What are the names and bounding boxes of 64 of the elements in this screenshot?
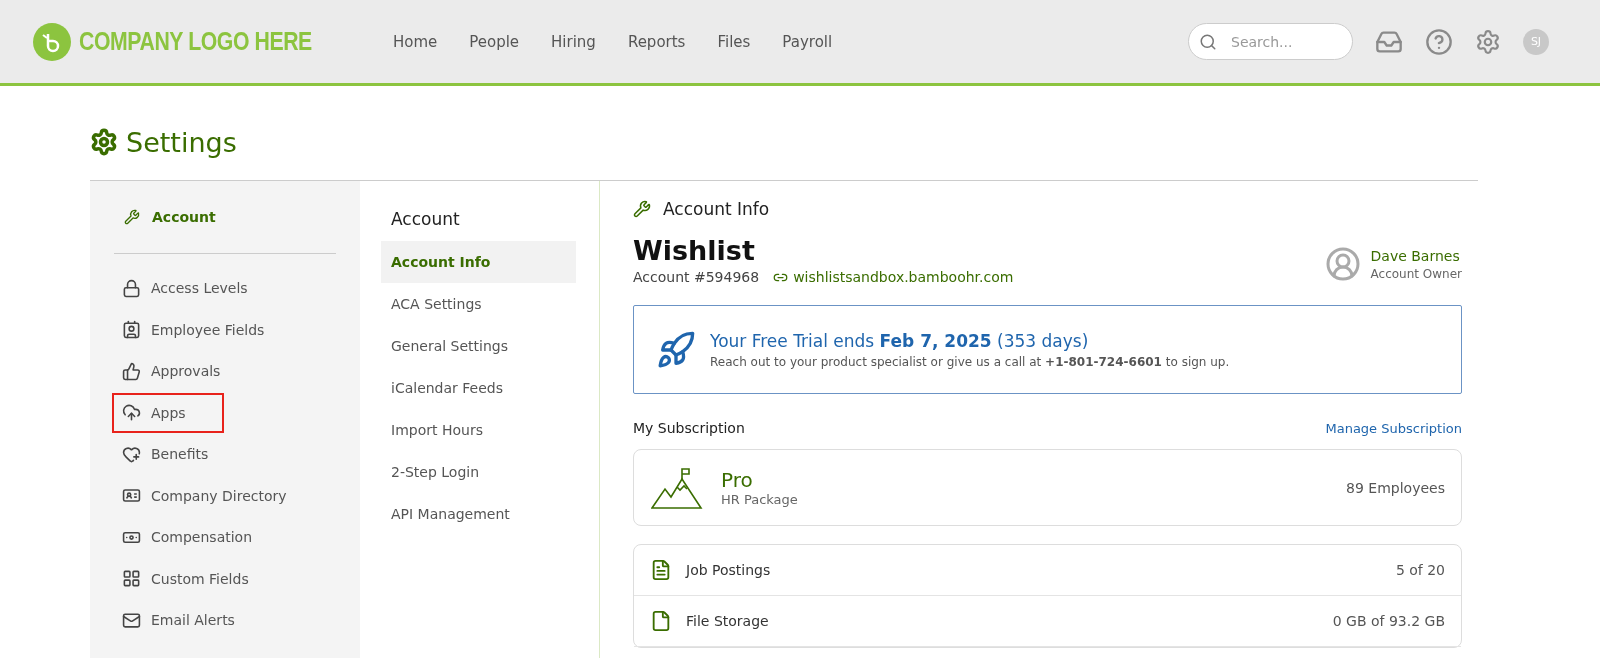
domain-link[interactable]: wishlistsandbox.bamboohr.com	[773, 269, 1014, 285]
trial-headline: Your Free Trial ends Feb 7, 2025 (353 days)	[710, 330, 1090, 351]
usage-value: 0 GB of 93.2 GB	[1332, 613, 1445, 629]
nav-link[interactable]: Hiring	[535, 32, 612, 51]
wrench-icon	[633, 200, 651, 218]
subscription-title: My Subscription	[633, 420, 745, 436]
sidebar-item[interactable]: Employee Fields	[114, 311, 336, 348]
gear-icon	[90, 128, 118, 156]
rocket-icon	[656, 329, 696, 370]
company-name: Wishlist	[633, 235, 756, 267]
account-number: Account #594968	[633, 269, 760, 285]
search-icon	[1199, 32, 1217, 51]
sidebar-item[interactable]: Company Directory	[114, 477, 336, 514]
document-icon	[650, 610, 672, 632]
document-icon	[650, 559, 672, 581]
logo-icon	[33, 22, 71, 61]
owner-name[interactable]: Dave Barnes	[1370, 247, 1462, 264]
employee-count: 89 Employees	[1346, 479, 1445, 496]
subnav-item[interactable]: iCalendar Feeds	[381, 367, 576, 409]
nav-link[interactable]: Home	[376, 32, 454, 51]
logo-text: COMPANY LOGO HERE	[79, 27, 312, 56]
lock-icon	[122, 278, 141, 298]
subnav-item[interactable]: Import Hours	[381, 409, 576, 451]
plan-name: Pro	[721, 468, 754, 492]
subnav-item[interactable]: ACA Settings	[381, 283, 576, 325]
usage-label: Job Postings	[686, 562, 771, 578]
section-title: Account Info	[663, 199, 770, 219]
cloud-upload-icon	[122, 403, 141, 422]
heart-plus-icon	[122, 444, 141, 464]
sidebar-item[interactable]: Approvals	[114, 353, 336, 389]
usage-value: 5 of 20	[1395, 562, 1445, 578]
nav-link[interactable]: Reports	[611, 32, 702, 51]
usage-label: File Storage	[686, 613, 769, 629]
help-icon[interactable]	[1425, 27, 1453, 56]
owner-role: Account Owner	[1370, 266, 1462, 281]
sidebar-item[interactable]: Custom Fields	[114, 560, 336, 597]
trial-text: Reach out to your product specialist or give us a call at +1-801-724-6601 to sign up.	[710, 354, 1230, 369]
mountain-icon	[651, 466, 703, 509]
sidebar-item[interactable]: Email Alerts	[114, 602, 336, 638]
subnav-item[interactable]: 2-Step Login	[381, 451, 576, 493]
search-field[interactable]: Search...	[1188, 23, 1353, 60]
thumbs-up-icon	[122, 361, 141, 381]
nav-link[interactable]: People	[453, 32, 536, 51]
package-name: HR Package	[721, 492, 798, 507]
mail-icon	[122, 610, 141, 630]
wrench-icon	[124, 209, 140, 225]
sidebar-item[interactable]: Account	[114, 203, 336, 231]
nav-link[interactable]: Files	[701, 32, 767, 51]
page-title: Settings	[126, 126, 237, 158]
id-card-icon	[122, 320, 141, 339]
subnav-item[interactable]: Account Info	[381, 241, 576, 283]
grid-icon	[122, 569, 141, 588]
subnav-item[interactable]: General Settings	[381, 325, 576, 367]
subnav-heading: Account	[391, 209, 461, 229]
sidebar-item[interactable]: Apps	[114, 394, 222, 431]
sidebar-item[interactable]: Access Levels	[114, 270, 336, 306]
nav-link[interactable]: Payroll	[766, 32, 849, 51]
user-icon	[1324, 246, 1361, 282]
subnav-item[interactable]: API Management	[381, 493, 576, 535]
manage-subscription-link[interactable]: Manage Subscription	[1325, 420, 1462, 436]
settings-icon[interactable]	[1475, 28, 1501, 55]
sidebar-item[interactable]: Benefits	[114, 436, 336, 472]
id-card-icon	[122, 486, 141, 505]
sidebar-item[interactable]: Compensation	[114, 519, 336, 555]
